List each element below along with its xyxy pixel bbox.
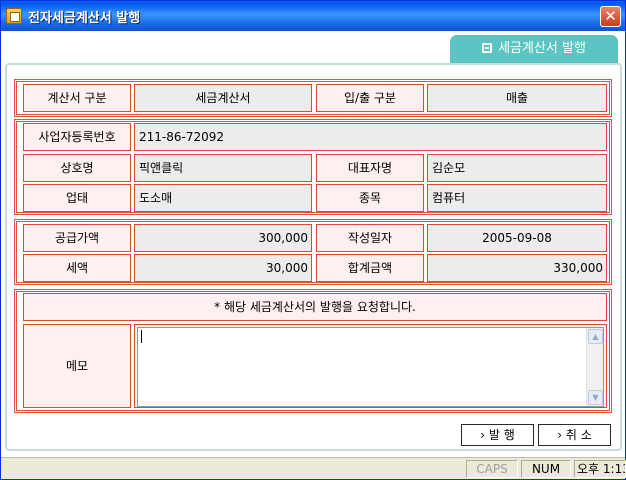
tax-value[interactable]: 30,000 (134, 254, 312, 282)
supply-amount-value[interactable]: 300,000 (134, 224, 312, 252)
scroll-up-icon[interactable]: ▲ (588, 329, 603, 344)
io-type-label: 입/출 구분 (316, 84, 424, 112)
num-indicator: NUM (521, 460, 571, 478)
supply-amount-label: 공급가액 (23, 224, 131, 252)
biz-item-label: 종목 (316, 184, 424, 212)
io-type-value[interactable]: 매출 (427, 84, 607, 112)
biz-no-label: 사업자등록번호 (23, 123, 131, 151)
close-button[interactable]: ✕ (600, 6, 621, 27)
ceo-value[interactable]: 김순모 (427, 154, 607, 182)
invoice-type-value[interactable]: 세금계산서 (134, 84, 312, 112)
issue-button[interactable]: › 발 행 (461, 424, 534, 446)
issue-date-value[interactable]: 2005-09-08 (427, 224, 607, 252)
ceo-label: 대표자명 (316, 154, 424, 182)
memo-scrollbar[interactable]: ▲ ▼ (586, 328, 603, 406)
company-value[interactable]: 픽앤클릭 (134, 154, 312, 182)
app-icon (6, 8, 22, 24)
title-bar[interactable]: 전자세금계산서 발행 ✕ (1, 1, 625, 31)
close-icon: ✕ (604, 7, 617, 25)
biz-type-label: 업태 (23, 184, 131, 212)
document-icon (482, 43, 493, 53)
company-label: 상호명 (23, 154, 131, 182)
biz-no-value[interactable]: 211-86-72092 (134, 123, 607, 151)
biz-item-value[interactable]: 컴퓨터 (427, 184, 607, 212)
invoice-type-label: 계산서 구분 (23, 84, 131, 112)
total-amount-value[interactable]: 330,000 (427, 254, 607, 282)
clock: 오후 1:13 (574, 460, 626, 478)
scroll-down-icon[interactable]: ▼ (588, 390, 603, 405)
memo-label: 메모 (23, 324, 131, 408)
tab-invoice-issue[interactable]: 세금계산서 발행 (450, 35, 618, 63)
tab-label: 세금계산서 발행 (498, 41, 586, 56)
memo-textarea[interactable]: ▲ ▼ (137, 327, 604, 407)
biz-type-value[interactable]: 도소매 (134, 184, 312, 212)
window-title: 전자세금계산서 발행 (28, 11, 141, 26)
invoice-window: 전자세금계산서 발행 ✕ 세금계산서 발행 계산서 구분 세금계산서 입/출 구… (0, 0, 626, 480)
issue-date-label: 작성일자 (316, 224, 424, 252)
text-cursor (141, 330, 142, 343)
cancel-button[interactable]: › 취 소 (538, 424, 611, 446)
tax-label: 세액 (23, 254, 131, 282)
status-bar: CAPS NUM 오후 1:13 (1, 457, 626, 479)
notice-text: * 해당 세금계산서의 발행을 요청합니다. (23, 293, 607, 321)
total-amount-label: 합계금액 (316, 254, 424, 282)
caps-indicator: CAPS (466, 460, 518, 478)
